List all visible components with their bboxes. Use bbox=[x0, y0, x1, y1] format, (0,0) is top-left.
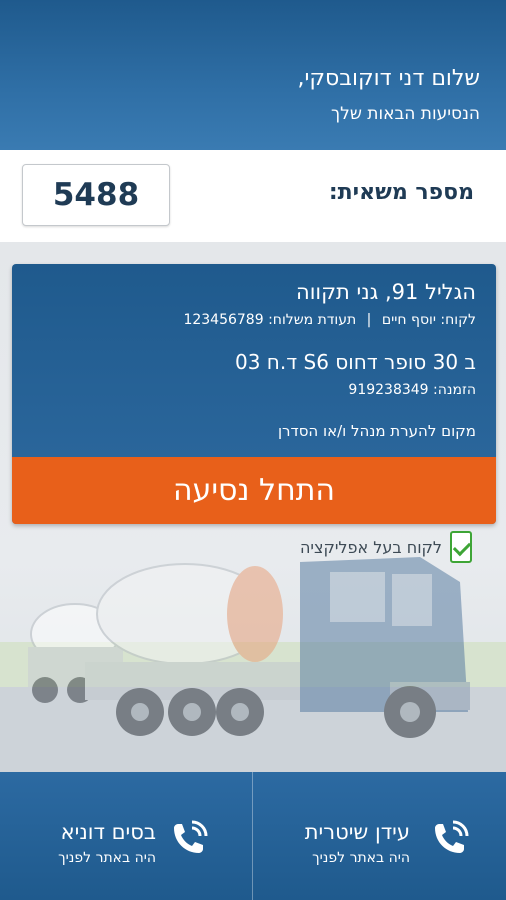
delivery-note: תעודת משלוח: 123456789 bbox=[183, 312, 357, 328]
contact-name: בסים דוניא bbox=[60, 820, 156, 844]
customer-name: לקוח: יוסף חיים bbox=[381, 312, 476, 328]
header: שלום דני דוקובסקי, הנסיעות הבאות שלך bbox=[0, 0, 506, 150]
start-trip-button[interactable]: התחל נסיעה bbox=[12, 457, 496, 524]
manager-note: מקום להערת מנהל ו/או הסדרן bbox=[277, 422, 476, 440]
contact-item[interactable]: בסים דוניא היה באתר לפניך bbox=[0, 772, 253, 900]
contact-status: היה באתר לפניך bbox=[312, 850, 410, 866]
truck-number-row: מספר משאית: 5488 bbox=[0, 150, 506, 242]
app-customer-label: לקוח בעל אפליקציה bbox=[299, 537, 442, 557]
phone-call-icon bbox=[174, 820, 208, 853]
contacts-footer: עידן שיטרית היה באתר לפניך בסים דוניא הי… bbox=[0, 772, 506, 900]
contact-item[interactable]: עידן שיטרית היה באתר לפניך bbox=[253, 772, 506, 900]
phone-check-icon bbox=[450, 531, 472, 563]
order-number: הזמנה: 919238349 bbox=[348, 382, 476, 398]
meta-separator: | bbox=[366, 312, 372, 328]
main-mixer-truck bbox=[85, 557, 470, 738]
subtitle-text: הנסיעות הבאות שלך bbox=[331, 104, 480, 124]
truck-number-label: מספר משאית: bbox=[328, 180, 474, 205]
app-customer-indicator: לקוח בעל אפליקציה bbox=[300, 530, 472, 564]
product-description: ב 30 סופר דחוס S6 ד.ח 03 bbox=[234, 350, 476, 374]
phone-call-icon bbox=[435, 820, 469, 853]
greeting-text: שלום דני דוקובסקי, bbox=[297, 66, 480, 91]
trip-card[interactable]: הגליל 91, גני תקווה לקוח: יוסף חיים | תע… bbox=[12, 264, 496, 524]
trip-meta: לקוח: יוסף חיים | תעודת משלוח: 123456789 bbox=[183, 312, 476, 328]
contact-name: עידן שיטרית bbox=[304, 820, 410, 844]
trip-address: הגליל 91, גני תקווה bbox=[295, 280, 476, 304]
contact-status: היה באתר לפניך bbox=[58, 850, 156, 866]
truck-number-field[interactable]: 5488 bbox=[22, 164, 170, 226]
